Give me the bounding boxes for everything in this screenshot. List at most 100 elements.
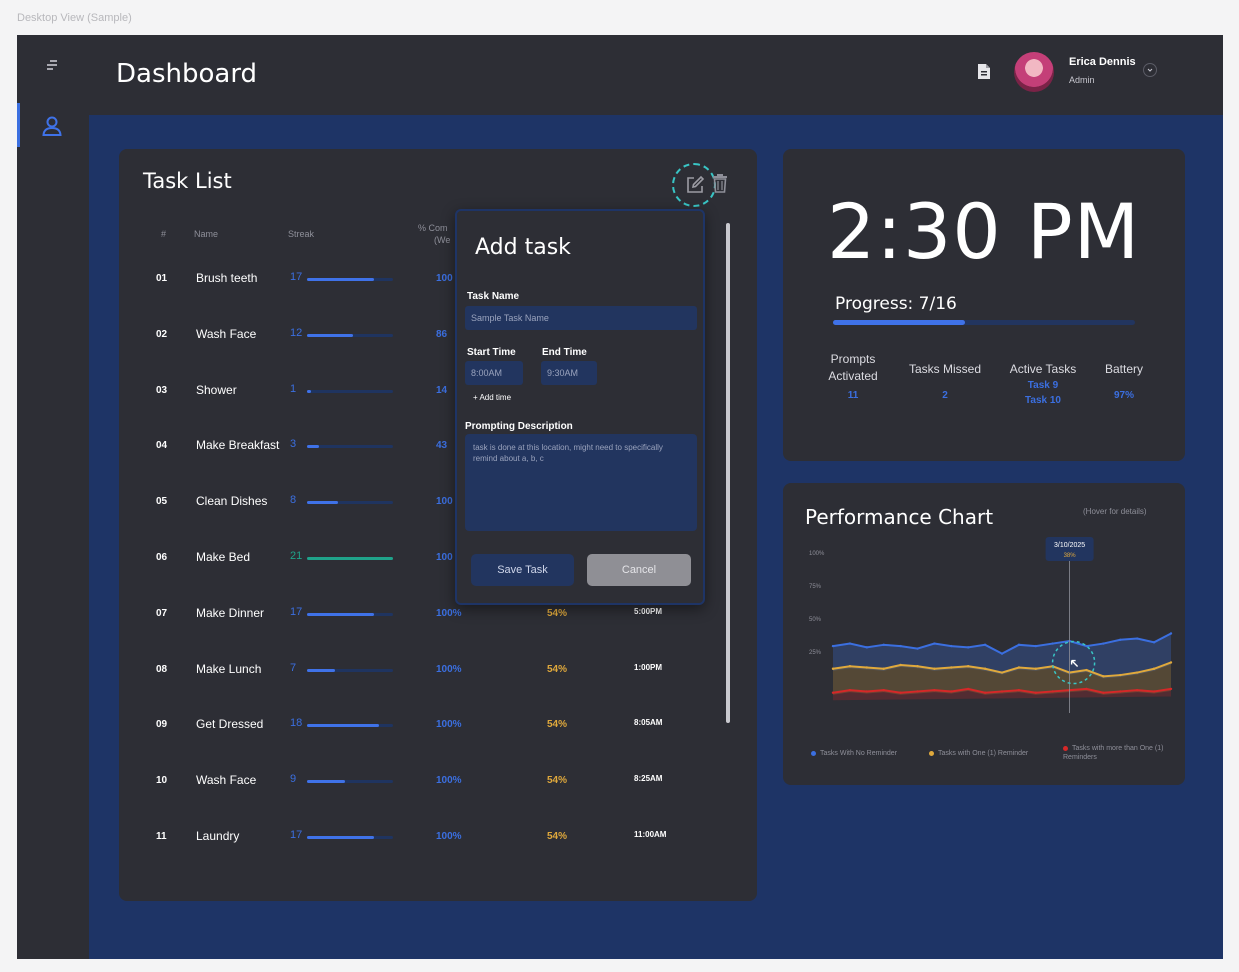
table-row[interactable]: 11 Laundry 17 100% 54% 11:00AM	[119, 821, 719, 861]
end-time-input[interactable]: 9:30AM	[541, 361, 597, 385]
stat-tasks-missed-label: Tasks Missed	[908, 362, 982, 376]
sidebar-item-profile[interactable]	[17, 103, 89, 147]
task-name: Make Breakfast	[196, 438, 280, 453]
legend-multi-reminder: Tasks with more than One (1) Reminders	[1063, 744, 1167, 762]
legend-dot-yellow	[929, 750, 934, 756]
streak-bar-fill	[307, 501, 338, 505]
task-number: 07	[156, 607, 168, 619]
edit-task-button[interactable]	[672, 163, 716, 207]
data-point	[831, 667, 835, 670]
edit-icon	[687, 175, 705, 193]
table-row[interactable]: 10 Wash Face 9 100% 54% 8:25AM	[119, 765, 719, 805]
task-number: 09	[156, 719, 168, 731]
stat-tasks-missed-value: 2	[942, 390, 948, 401]
data-point	[865, 666, 868, 669]
page-title: Dashboard	[116, 59, 258, 89]
avatar[interactable]	[1014, 52, 1054, 92]
task-list-card: Task List # Name Streak % Com (We 01 Bru…	[119, 149, 757, 901]
stat-prompts-activated-value: 11	[847, 390, 859, 401]
task-number: 08	[156, 663, 168, 675]
legend-no-reminder: Tasks With No Reminder	[811, 749, 897, 758]
data-point	[1017, 688, 1021, 692]
task-streak: 17	[290, 605, 303, 618]
column-header-completion: % Com	[418, 223, 448, 233]
trash-icon[interactable]	[711, 173, 729, 198]
task-time: 8:05AM	[634, 718, 663, 728]
cancel-button[interactable]: Cancel	[587, 554, 691, 586]
hover-hint: (Hover for details)	[1083, 507, 1147, 516]
streak-bar	[307, 780, 393, 784]
task-completion-secondary: 54%	[547, 607, 568, 619]
task-completion: 100	[436, 552, 453, 563]
task-completion: 100%	[436, 663, 462, 675]
prompting-description-input[interactable]: task is done at this location, might nee…	[465, 434, 697, 531]
task-streak: 9	[290, 773, 297, 786]
y-tick-label: 50%	[809, 617, 822, 623]
data-point	[950, 690, 953, 693]
data-point	[916, 690, 919, 693]
data-point	[1000, 652, 1004, 655]
task-name: Make Bed	[196, 550, 251, 564]
user-menu-button[interactable]	[1143, 63, 1157, 77]
data-point	[1085, 687, 1088, 691]
data-point	[882, 643, 885, 647]
data-point	[1169, 661, 1173, 664]
legend-label: Tasks with One (1) Reminder	[938, 750, 1029, 757]
task-completion: 100%	[436, 775, 462, 787]
task-time: 8:25AM	[634, 774, 663, 784]
add-time-link[interactable]: + Add time	[473, 393, 511, 402]
stat-prompts-activated-label: Prompts Activated	[828, 352, 878, 384]
start-time-input[interactable]: 8:00AM	[465, 361, 523, 385]
data-point	[882, 667, 885, 670]
end-time-label: End Time	[542, 347, 587, 358]
task-completion-secondary: 54%	[547, 831, 568, 842]
streak-bar	[307, 278, 393, 281]
task-number: 04	[156, 440, 168, 452]
task-name: Get Dressed	[196, 717, 264, 732]
task-streak: 3	[290, 438, 297, 451]
task-name: Shower	[196, 382, 237, 397]
main-content: Task List # Name Streak % Com (We 01 Bru…	[89, 115, 1223, 959]
column-header-completion-sub: (We	[434, 235, 451, 245]
task-streak: 17	[290, 829, 303, 841]
sidebar	[17, 35, 89, 959]
task-streak: 17	[290, 271, 303, 283]
task-number: 03	[156, 384, 168, 396]
task-name: Make Lunch	[196, 661, 262, 676]
data-point	[933, 667, 936, 670]
user-name: Erica Dennis	[1069, 56, 1136, 68]
data-point	[1000, 690, 1004, 693]
table-row[interactable]: 08 Make Lunch 7 100% 54% 1:00PM	[119, 654, 719, 694]
data-point	[831, 644, 835, 648]
column-header-name: Name	[194, 229, 219, 239]
data-point	[967, 646, 970, 649]
data-point	[1152, 690, 1156, 693]
data-point	[1085, 668, 1088, 672]
data-point	[983, 643, 987, 647]
table-row[interactable]: 09 Get Dressed 18 100% 54% 8:05AM	[119, 709, 719, 749]
task-number: 05	[156, 496, 168, 508]
data-point	[1017, 666, 1021, 669]
active-indicator	[17, 103, 20, 147]
data-point	[1152, 641, 1156, 644]
task-list-scrollbar[interactable]	[726, 223, 730, 723]
legend-dot-blue	[811, 750, 816, 756]
data-point	[1051, 642, 1054, 645]
data-point	[1102, 642, 1105, 645]
task-completion: 43	[436, 440, 448, 452]
data-point	[865, 690, 868, 693]
streak-bar-fill	[307, 445, 319, 449]
save-task-button[interactable]: Save Task	[471, 554, 574, 586]
performance-chart[interactable]: 100% 75% 50% 25% 3/10/2025 38%	[783, 533, 1185, 743]
streak-bar-fill	[307, 333, 353, 337]
streak-bar-fill	[307, 389, 311, 393]
performance-title: Performance Chart	[805, 505, 994, 529]
streak-bar	[307, 501, 393, 505]
task-name-input[interactable]: Sample Task Name	[465, 306, 697, 330]
document-icon[interactable]	[977, 63, 991, 85]
task-number: 06	[156, 552, 168, 563]
sidebar-toggle-icon[interactable]	[43, 57, 61, 73]
task-name: Clean Dishes	[196, 494, 268, 509]
streak-bar	[307, 557, 393, 560]
task-name-label: Task Name	[467, 291, 520, 302]
